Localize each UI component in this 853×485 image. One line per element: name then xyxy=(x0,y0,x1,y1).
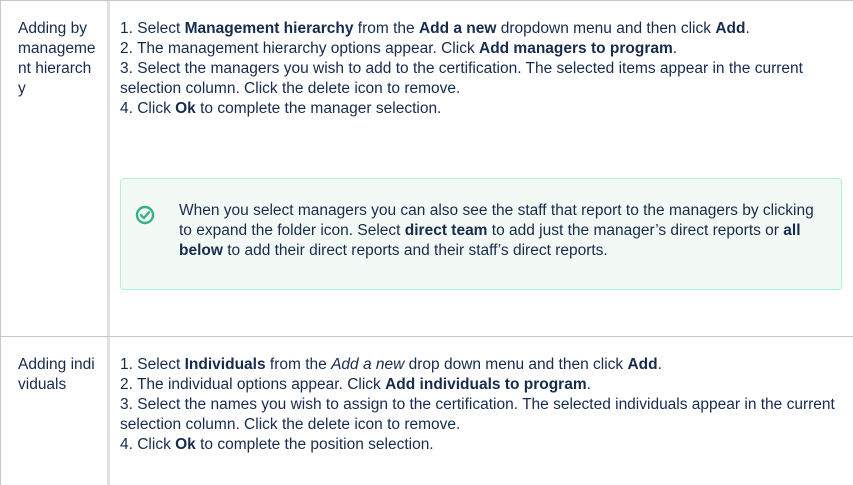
step-item: 4. Click Ok to complete the manager sele… xyxy=(120,99,844,119)
text-run: from the xyxy=(265,356,332,373)
step-number: 4. xyxy=(120,100,138,117)
text-run: The individual options appear. Click xyxy=(136,376,386,393)
step-number: 2. xyxy=(120,40,137,57)
text-run: . xyxy=(657,356,662,373)
step-item: 1. Select Individuals from the Add a new… xyxy=(120,355,844,375)
table-row-individuals: Adding individuals 1. Select Individuals… xyxy=(0,336,853,485)
doc-table: Adding by management hierarchy 1. Select… xyxy=(0,0,853,485)
text-run: to add their direct reports and their st… xyxy=(222,242,608,259)
text-run: . xyxy=(672,40,678,57)
step-number: 3. xyxy=(120,396,138,413)
text-run: drop down menu and then click xyxy=(404,356,628,373)
steps-list: 1. Select Management hierarchy from the … xyxy=(120,19,844,119)
row-label: Adding by management hierarchy xyxy=(18,20,96,97)
steps-list: 1. Select Individuals from the Add a new… xyxy=(120,355,844,455)
table-row-management-hierarchy: Adding by management hierarchy 1. Select… xyxy=(0,0,853,337)
column-divider xyxy=(107,337,110,485)
bold-term: Individuals xyxy=(184,356,266,373)
text-run: to add just the manager’s direct reports… xyxy=(487,222,784,239)
bold-term: Ok xyxy=(175,100,196,117)
row-label: Adding individuals xyxy=(18,356,95,393)
bold-term: Add individuals to program xyxy=(385,376,587,393)
column-divider xyxy=(107,1,110,337)
step-number: 3. xyxy=(120,60,138,77)
step-number: 1. xyxy=(120,20,138,37)
text-run: Click xyxy=(137,100,176,117)
tip-panel: When you select managers you can also se… xyxy=(120,178,842,290)
step-number: 1. xyxy=(120,356,138,373)
bold-term: Add a new xyxy=(418,20,497,37)
step-item: 2. The management hierarchy options appe… xyxy=(120,39,844,59)
text-run: Select the names you wish to assign to t… xyxy=(120,396,835,433)
table-left-border xyxy=(0,337,1,485)
text-run: to complete the manager selection. xyxy=(195,100,442,117)
step-item: 3. Select the names you wish to assign t… xyxy=(120,395,844,435)
bold-term: direct team xyxy=(404,222,488,239)
text-run: from the xyxy=(353,20,419,37)
tip-text: When you select managers you can also se… xyxy=(179,201,829,261)
text-run: Select xyxy=(137,20,185,37)
italic-term: Add a new xyxy=(331,356,405,373)
table-left-border xyxy=(0,1,1,337)
check-circle-icon xyxy=(135,205,155,225)
text-run: The management hierarchy options appear.… xyxy=(136,40,479,57)
step-item: 3. Select the managers you wish to add t… xyxy=(120,59,844,99)
bold-term: Add managers to program xyxy=(479,40,673,57)
text-run: to complete the position selection. xyxy=(195,436,434,453)
bold-term: Add xyxy=(627,356,658,373)
text-run: Select the managers you wish to add to t… xyxy=(120,60,803,97)
bold-term: Ok xyxy=(175,436,196,453)
bold-term: Management hierarchy xyxy=(184,20,354,37)
text-run: Click xyxy=(137,436,176,453)
bold-term: Add xyxy=(715,20,746,37)
step-item: 4. Click Ok to complete the position sel… xyxy=(120,435,844,455)
step-number: 2. xyxy=(120,376,137,393)
text-run: Select xyxy=(137,356,185,373)
text-run: dropdown menu and then click xyxy=(496,20,716,37)
step-item: 1. Select Management hierarchy from the … xyxy=(120,19,844,39)
step-item: 2. The individual options appear. Click … xyxy=(120,375,844,395)
step-number: 4. xyxy=(120,436,138,453)
text-run: . xyxy=(745,20,750,37)
text-run: . xyxy=(586,376,591,393)
